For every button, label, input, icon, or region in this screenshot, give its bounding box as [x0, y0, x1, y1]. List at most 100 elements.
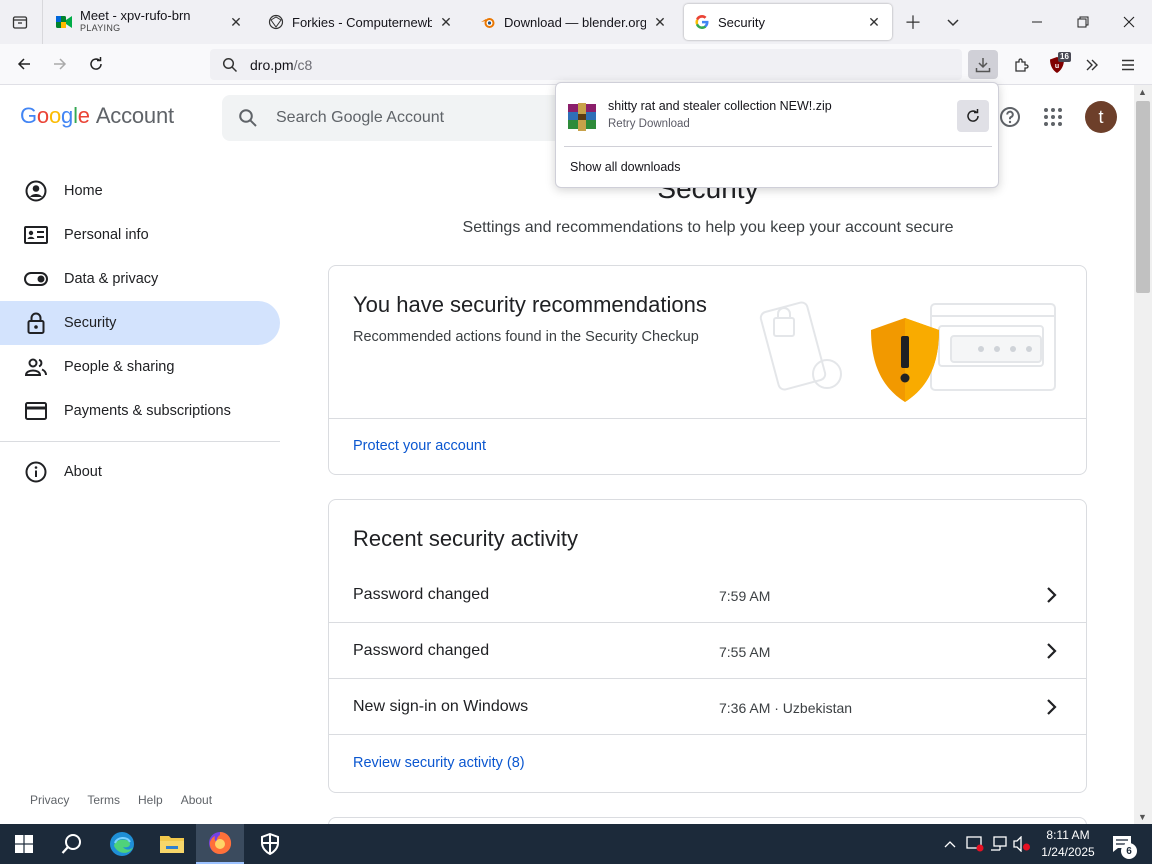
- google-account-logo[interactable]: Google Account: [20, 103, 174, 129]
- sidebar-item-people-sharing[interactable]: People & sharing: [0, 345, 280, 389]
- google-apps-button[interactable]: [1041, 105, 1065, 134]
- scroll-up-arrow-icon[interactable]: ▲: [1138, 87, 1147, 97]
- tab-forkies[interactable]: Forkies - Computernewb Wiki ✕: [258, 4, 464, 40]
- downloads-button[interactable]: [968, 50, 998, 79]
- forward-button[interactable]: [46, 50, 74, 78]
- help-icon: [1000, 107, 1020, 127]
- action-center-button[interactable]: 6: [1106, 824, 1138, 864]
- minimize-button[interactable]: [1014, 0, 1060, 44]
- activity-row[interactable]: Password changed 7:55 AM: [329, 623, 1086, 679]
- download-status: Retry Download: [608, 118, 690, 130]
- sidebar-item-home[interactable]: Home: [0, 169, 280, 213]
- google-wordmark: Google: [20, 103, 90, 128]
- chevron-right-icon: [1039, 583, 1063, 612]
- toggle-icon: [24, 267, 48, 291]
- restore-button[interactable]: [1060, 0, 1106, 44]
- extensions-button[interactable]: [1006, 50, 1036, 79]
- taskbar-search-button[interactable]: [48, 824, 96, 864]
- sidebar-item-security[interactable]: Security: [0, 301, 280, 345]
- footer-link-terms[interactable]: Terms: [87, 793, 120, 807]
- google-account-page: Google Account Search Google Account t Ho…: [0, 85, 1134, 824]
- downloads-panel: shitty rat and stealer collection NEW!.z…: [555, 82, 999, 188]
- reload-icon: [90, 57, 102, 70]
- sidebar-item-data-privacy[interactable]: Data & privacy: [0, 257, 280, 301]
- taskbar-clock[interactable]: 8:11 AM 1/24/2025: [1036, 827, 1100, 861]
- activity-title: New sign-in on Windows: [353, 698, 529, 715]
- sidebar-item-personal-info[interactable]: Personal info: [0, 213, 280, 257]
- tab-blender[interactable]: Download — blender.org ✕: [470, 4, 678, 40]
- taskbar-security-app[interactable]: [246, 824, 294, 864]
- windows-logo-icon: [15, 835, 33, 853]
- activity-title: Password changed: [353, 586, 490, 603]
- chevron-right-icon: [1039, 639, 1063, 668]
- tray-volume-icon[interactable]: [1011, 824, 1033, 864]
- activity-time: 7:55 AM: [719, 644, 771, 660]
- close-tab-icon[interactable]: ✕: [228, 14, 244, 30]
- recommendations-description: Recommended actions found in the Securit…: [353, 329, 699, 345]
- close-window-button[interactable]: [1106, 0, 1152, 44]
- page-scrollbar[interactable]: ▲ ▼: [1134, 85, 1152, 824]
- back-button[interactable]: [10, 50, 38, 78]
- tray-network-icon[interactable]: [988, 824, 1010, 864]
- footer-link-privacy[interactable]: Privacy: [30, 793, 69, 807]
- address-bar[interactable]: dro.pm/c8: [210, 49, 962, 80]
- protect-account-link[interactable]: Protect your account: [353, 438, 486, 454]
- ublock-origin-button[interactable]: u 16: [1042, 50, 1072, 79]
- sidebar-item-about[interactable]: About: [0, 450, 280, 494]
- restore-icon: [1077, 16, 1089, 28]
- tab-meet[interactable]: Meet - xpv-rufo-brn PLAYING ✕: [46, 4, 254, 40]
- more-tools-button[interactable]: [1077, 50, 1107, 79]
- account-search-box[interactable]: Search Google Account: [222, 95, 562, 141]
- close-tab-icon[interactable]: ✕: [866, 14, 882, 30]
- start-button[interactable]: [0, 824, 48, 864]
- taskbar-firefox[interactable]: [196, 824, 244, 864]
- arrow-right-icon: [54, 58, 67, 70]
- new-tab-button[interactable]: ＋: [901, 10, 925, 34]
- taskbar-edge[interactable]: [98, 824, 146, 864]
- activity-row[interactable]: New sign-in on Windows 7:36 AM · Uzbekis…: [329, 679, 1086, 735]
- footer-links: Privacy Terms Help About: [30, 793, 230, 807]
- download-item[interactable]: shitty rat and stealer collection NEW!.z…: [564, 91, 992, 143]
- activity-time: 7:59 AM: [719, 588, 771, 604]
- monitor-warning-icon: [966, 836, 984, 852]
- url-host: dro.pm: [250, 56, 294, 73]
- avatar[interactable]: t: [1085, 101, 1117, 133]
- double-chevron-right-icon: [1086, 59, 1098, 70]
- security-recommendations-card: You have security recommendations Recomm…: [328, 265, 1087, 475]
- show-hidden-icons-button[interactable]: [940, 824, 960, 864]
- tab-security[interactable]: Security ✕: [684, 4, 892, 40]
- help-button[interactable]: [998, 105, 1022, 134]
- clock-time: 8:11 AM: [1046, 828, 1090, 842]
- review-activity-link[interactable]: Review security activity (8): [353, 755, 525, 771]
- recent-security-activity-card: Recent security activity Password change…: [328, 499, 1087, 793]
- chevron-right-icon: [1039, 695, 1063, 724]
- retry-download-button[interactable]: [957, 100, 989, 132]
- close-tab-icon[interactable]: ✕: [652, 14, 668, 30]
- close-tab-icon[interactable]: ✕: [438, 14, 454, 30]
- activity-row[interactable]: Password changed 7:59 AM: [329, 567, 1086, 623]
- app-menu-button[interactable]: [1113, 50, 1143, 79]
- scrollbar-thumb[interactable]: [1136, 101, 1150, 293]
- tab-title: Security: [718, 14, 765, 30]
- url-path: /c8: [293, 56, 313, 73]
- scroll-down-arrow-icon[interactable]: ▼: [1138, 812, 1147, 822]
- reload-button[interactable]: [82, 50, 110, 78]
- close-icon: [1123, 16, 1135, 28]
- firefox-view-button[interactable]: [8, 10, 32, 34]
- recommendations-heading: You have security recommendations: [353, 292, 707, 317]
- people-icon: [24, 355, 48, 379]
- list-all-tabs-button[interactable]: [941, 10, 965, 34]
- credit-card-icon: [24, 399, 48, 423]
- show-all-downloads-link[interactable]: Show all downloads: [570, 160, 681, 174]
- footer-link-about[interactable]: About: [181, 793, 212, 807]
- plus-icon: ＋: [904, 13, 922, 33]
- taskbar-file-explorer[interactable]: [148, 824, 196, 864]
- sidebar-item-label: Home: [64, 183, 103, 199]
- sidebar-item-payments[interactable]: Payments & subscriptions: [0, 389, 280, 433]
- puzzle-icon: [1015, 57, 1029, 72]
- footer-link-help[interactable]: Help: [138, 793, 163, 807]
- download-icon: [975, 57, 991, 72]
- retry-icon: [967, 109, 979, 122]
- tray-defender-icon[interactable]: [963, 824, 987, 864]
- network-icon: [991, 836, 1007, 851]
